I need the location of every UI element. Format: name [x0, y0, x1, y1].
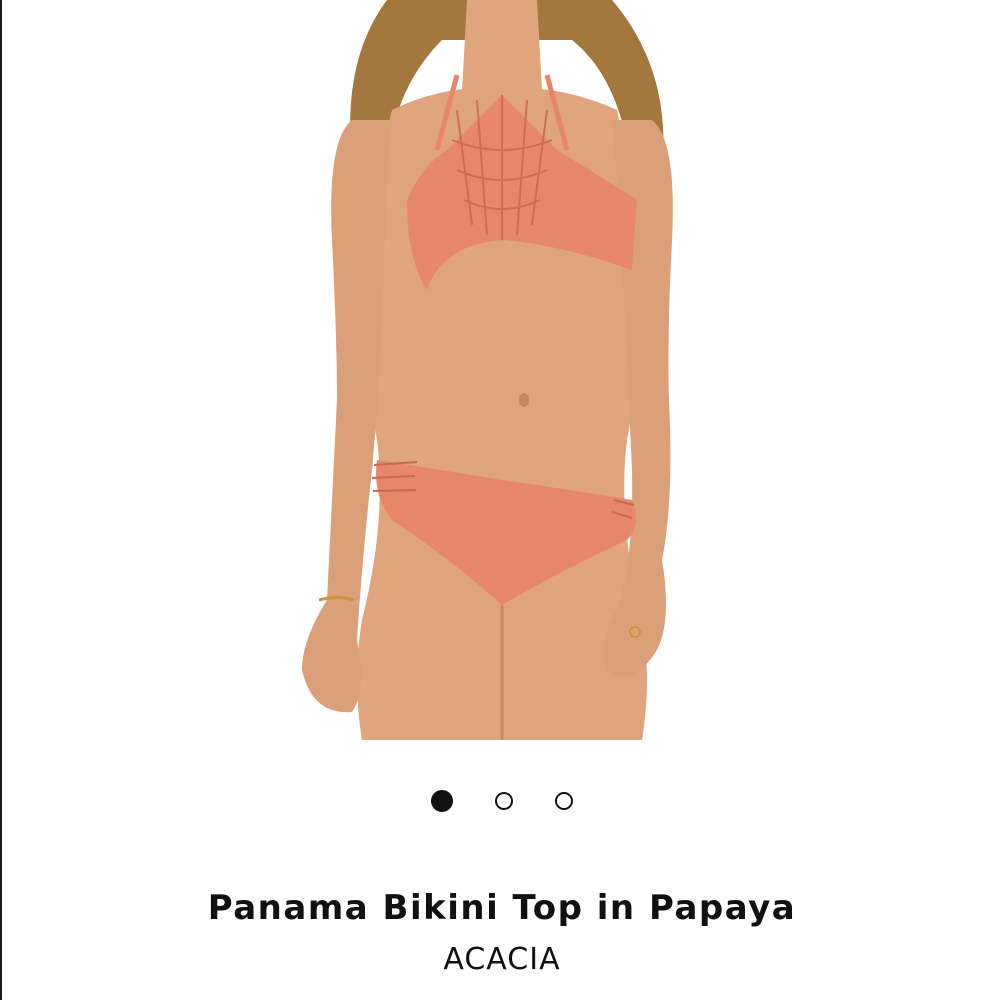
product-brand[interactable]: ACACIA: [2, 938, 1000, 982]
carousel-dot-3[interactable]: [555, 792, 573, 810]
carousel-dot-1[interactable]: [431, 790, 453, 812]
product-page: Panama Bikini Top in Papaya ACACIA: [0, 0, 1000, 1000]
image-carousel-indicator: [2, 790, 1000, 814]
product-photo-illustration: [302, 0, 673, 740]
product-title: Panama Bikini Top in Papaya: [207, 888, 797, 928]
carousel-dot-2[interactable]: [495, 792, 513, 810]
product-photo[interactable]: [202, 0, 802, 740]
